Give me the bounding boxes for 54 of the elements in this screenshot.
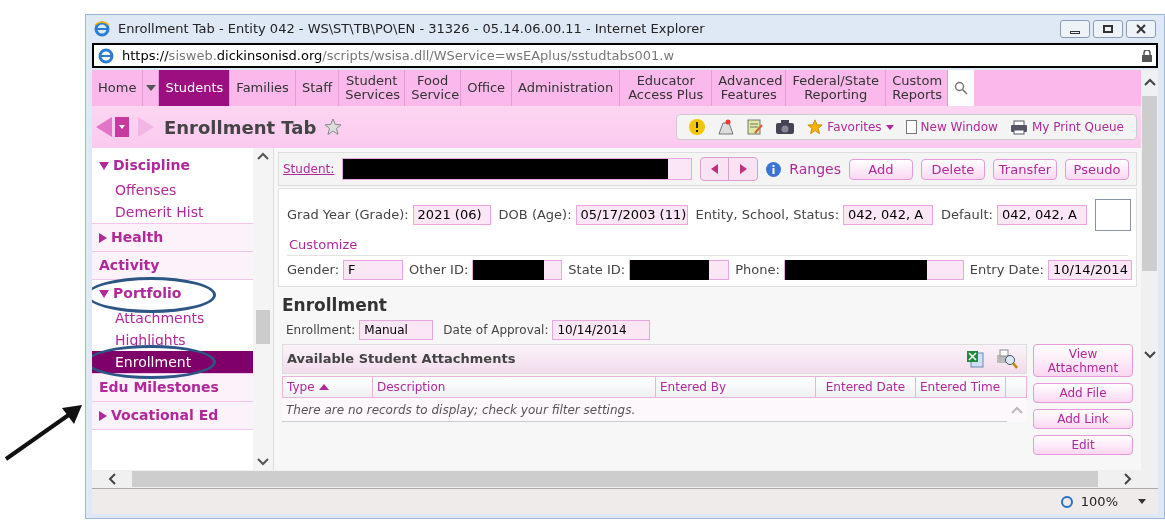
- action-button[interactable]: Add: [848, 158, 913, 180]
- action-button[interactable]: Pseudo: [1064, 158, 1129, 180]
- field-label: Entity, School, Status:: [695, 206, 839, 225]
- section-title: Enrollment: [282, 293, 388, 317]
- sidebar-item[interactable]: Offenses: [92, 179, 253, 201]
- field-label: Other ID:: [409, 260, 469, 279]
- column-header[interactable]: Description: [373, 377, 656, 397]
- new-window-button[interactable]: New Window: [905, 118, 998, 136]
- print-queue-button[interactable]: My Print Queue: [1009, 118, 1124, 136]
- field-label: Grad Year (Grade):: [287, 206, 409, 225]
- action-button[interactable]: Delete: [920, 158, 985, 180]
- column-header[interactable]: Entered By: [656, 377, 816, 397]
- address-bar[interactable]: https://sisweb.dickinsonisd.org/scripts/wsisa.dll/WService=wsEAplus/sstudtabs001.w: [92, 43, 1158, 68]
- sidebar-group[interactable]: Discipline: [92, 152, 197, 179]
- attachment-button[interactable]: View Attachment: [1033, 344, 1133, 377]
- value-field: 2021 (06): [412, 205, 491, 225]
- action-button[interactable]: Transfer: [992, 158, 1057, 180]
- value-field: Manual: [359, 320, 434, 340]
- column-header[interactable]: Entered Date: [816, 377, 916, 397]
- customize-link[interactable]: Customize: [287, 235, 358, 255]
- sidebar-group[interactable]: Portfolio: [92, 280, 189, 307]
- panel-title: Available Student Attachments: [287, 350, 516, 369]
- sidebar-item[interactable]: Highlights: [92, 329, 253, 351]
- value-field: 10/14/2014: [1047, 259, 1132, 280]
- value-field: 10/14/2014: [552, 320, 651, 340]
- zoom-level[interactable]: 100%: [1080, 491, 1118, 512]
- sidebar-item[interactable]: Attachments: [92, 307, 253, 329]
- value-field: 042, 042, A: [843, 205, 933, 225]
- window-title: Enrollment Tab - Entity 042 - WS\ST\TB\PO\EN - 31326 - 05.14.06.00.11 - Internet Explorer: [118, 20, 705, 39]
- student-link[interactable]: Student:: [283, 160, 335, 178]
- field-label: State ID:: [568, 260, 626, 279]
- value-field: 05/17/2003 (11): [575, 205, 688, 225]
- field-label: DOB (Age):: [498, 206, 572, 225]
- value-field: 042, 042, A: [996, 205, 1087, 225]
- field-label: Default:: [941, 206, 993, 225]
- sidebar-item[interactable]: Demerit Hist: [92, 201, 253, 223]
- field-label: Entry Date:: [969, 260, 1044, 279]
- page-title: Enrollment Tab: [164, 115, 317, 140]
- field-label: Gender:: [287, 260, 340, 279]
- url-text: https://sisweb.dickinsonisd.org/scripts/wsisa.dll/WService=wsEAplus/sstudtabs001.w: [122, 46, 675, 65]
- field-label: Phone:: [735, 260, 780, 279]
- ranges-link[interactable]: Ranges: [789, 158, 841, 180]
- column-header[interactable]: Entered Time: [916, 377, 1006, 397]
- field-label: Date of Approval:: [443, 322, 549, 339]
- value-field: F: [343, 259, 404, 280]
- column-header[interactable]: Type: [283, 377, 373, 397]
- favorites-button[interactable]: Favorites: [807, 118, 894, 136]
- attachment-button[interactable]: Add Link: [1033, 409, 1133, 429]
- attachment-button[interactable]: Add File: [1033, 383, 1133, 403]
- sidebar-item[interactable]: Enrollment: [92, 351, 253, 373]
- menu-tab[interactable]: Students: [159, 70, 231, 106]
- attachment-button[interactable]: Edit: [1033, 435, 1133, 455]
- empty-message: There are no records to display; check your filter settings.: [282, 398, 1007, 422]
- field-label: Enrollment:: [286, 322, 356, 339]
